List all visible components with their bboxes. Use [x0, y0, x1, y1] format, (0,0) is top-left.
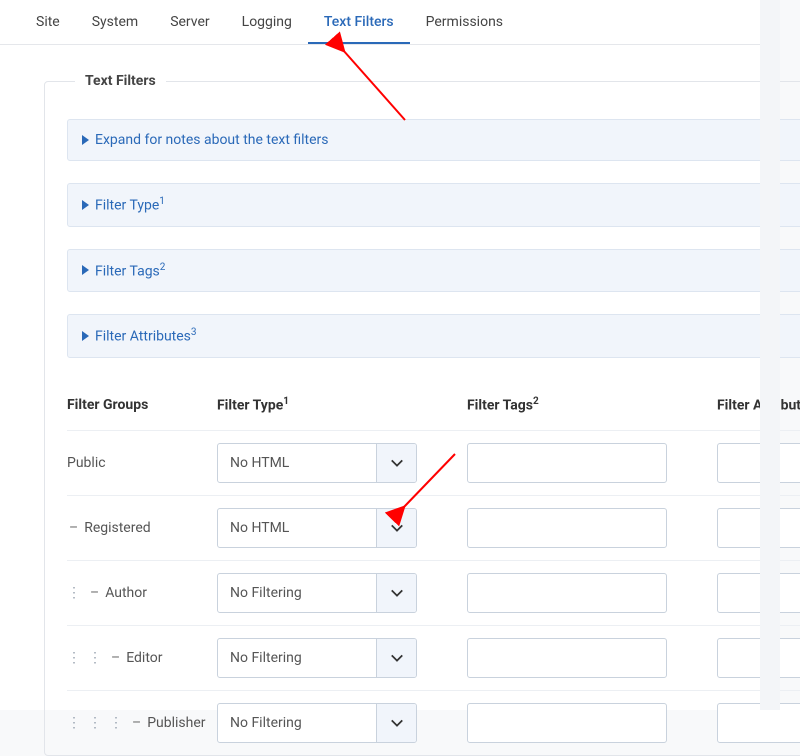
table-row: ⋮⋮–EditorNo Filtering [67, 625, 800, 690]
tree-branch-icon: – [130, 715, 143, 731]
filter-tags-input[interactable] [467, 443, 667, 483]
group-name: Publisher [147, 715, 205, 731]
filter-attributes-input[interactable] [717, 573, 800, 613]
expand-filter-type[interactable]: Filter Type1 [67, 183, 800, 227]
filter-attributes-input[interactable] [717, 443, 800, 483]
filter-type-value: No Filtering [218, 574, 376, 612]
group-name: Editor [126, 650, 162, 666]
filter-tags-input[interactable] [467, 508, 667, 548]
tree-indent-icon: ⋮ [67, 586, 84, 600]
expand-notes[interactable]: Expand for notes about the text filters [67, 119, 800, 161]
tab-server[interactable]: Server [154, 0, 225, 44]
filter-type-select[interactable]: No Filtering [217, 638, 417, 678]
text-filters-panel: Text Filters Expand for notes about the … [44, 73, 800, 756]
filter-type-select[interactable]: No HTML [217, 443, 417, 483]
tree-indent-icon: ⋮ [88, 716, 105, 730]
group-label: –Registered [67, 520, 207, 536]
tree-branch-icon: – [67, 520, 80, 536]
panel-legend: Text Filters [75, 73, 166, 89]
tab-permissions[interactable]: Permissions [410, 0, 519, 44]
filter-attributes-input[interactable] [717, 508, 800, 548]
group-name: Registered [84, 520, 150, 536]
tree-branch-icon: – [88, 585, 101, 601]
caret-right-icon [82, 200, 89, 210]
table-row: ⋮⋮⋮–PublisherNo Filtering [67, 690, 800, 755]
tab-system[interactable]: System [76, 0, 154, 44]
tree-indent-icon: ⋮ [109, 716, 126, 730]
filter-type-value: No HTML [218, 444, 376, 482]
filter-attributes-input[interactable] [717, 638, 800, 678]
group-name: Author [105, 585, 147, 601]
chevron-down-icon [376, 574, 416, 612]
th-filter-attributes: Filter Attributes3 [717, 380, 800, 430]
filter-type-select[interactable]: No Filtering [217, 703, 417, 743]
expand-filter-tags-label: Filter Tags2 [95, 262, 165, 280]
tree-indent-icon: ⋮ [67, 651, 84, 665]
tree-indent-icon: ⋮ [88, 651, 105, 665]
th-filter-groups: Filter Groups [67, 380, 217, 430]
filter-tags-input[interactable] [467, 573, 667, 613]
filter-type-select[interactable]: No HTML [217, 508, 417, 548]
tab-logging[interactable]: Logging [226, 0, 308, 44]
caret-right-icon [82, 265, 89, 275]
th-filter-tags: Filter Tags2 [467, 380, 717, 430]
group-label: ⋮⋮–Editor [67, 650, 207, 666]
caret-right-icon [82, 135, 89, 145]
filter-type-value: No HTML [218, 509, 376, 547]
table-row: –Registered No HTML [67, 495, 800, 560]
filter-type-value: No Filtering [218, 639, 376, 677]
chevron-down-icon [376, 509, 416, 547]
filter-tags-input[interactable] [467, 638, 667, 678]
chevron-down-icon [376, 444, 416, 482]
group-label: ⋮⋮⋮–Publisher [67, 715, 207, 731]
filter-type-select[interactable]: No Filtering [217, 573, 417, 613]
th-filter-type: Filter Type1 [217, 380, 467, 430]
table-row: Public No HTML [67, 430, 800, 495]
tree-branch-icon: – [109, 650, 122, 666]
tab-site[interactable]: Site [20, 0, 76, 44]
tree-indent-icon: ⋮ [67, 716, 84, 730]
expand-filter-type-label: Filter Type1 [95, 196, 165, 214]
group-label: ⋮–Author [67, 585, 207, 601]
filter-type-value: No Filtering [218, 704, 376, 742]
chevron-down-icon [376, 639, 416, 677]
group-name: Public [67, 455, 106, 471]
config-tabs: Site System Server Logging Text Filters … [0, 0, 780, 45]
tab-text-filters[interactable]: Text Filters [308, 0, 410, 44]
page-background [760, 0, 780, 710]
filter-attributes-input[interactable] [717, 703, 800, 743]
expand-notes-label: Expand for notes about the text filters [95, 132, 329, 148]
chevron-down-icon [376, 704, 416, 742]
expand-filter-tags[interactable]: Filter Tags2 [67, 249, 800, 293]
caret-right-icon [82, 331, 89, 341]
expand-filter-attributes-label: Filter Attributes3 [95, 327, 197, 345]
filter-groups-table: Filter Groups Filter Type1 Filter Tags2 … [67, 380, 800, 755]
filter-tags-input[interactable] [467, 703, 667, 743]
group-label: Public [67, 455, 207, 471]
expand-filter-attributes[interactable]: Filter Attributes3 [67, 314, 800, 358]
table-row: ⋮–Author No Filtering [67, 560, 800, 625]
